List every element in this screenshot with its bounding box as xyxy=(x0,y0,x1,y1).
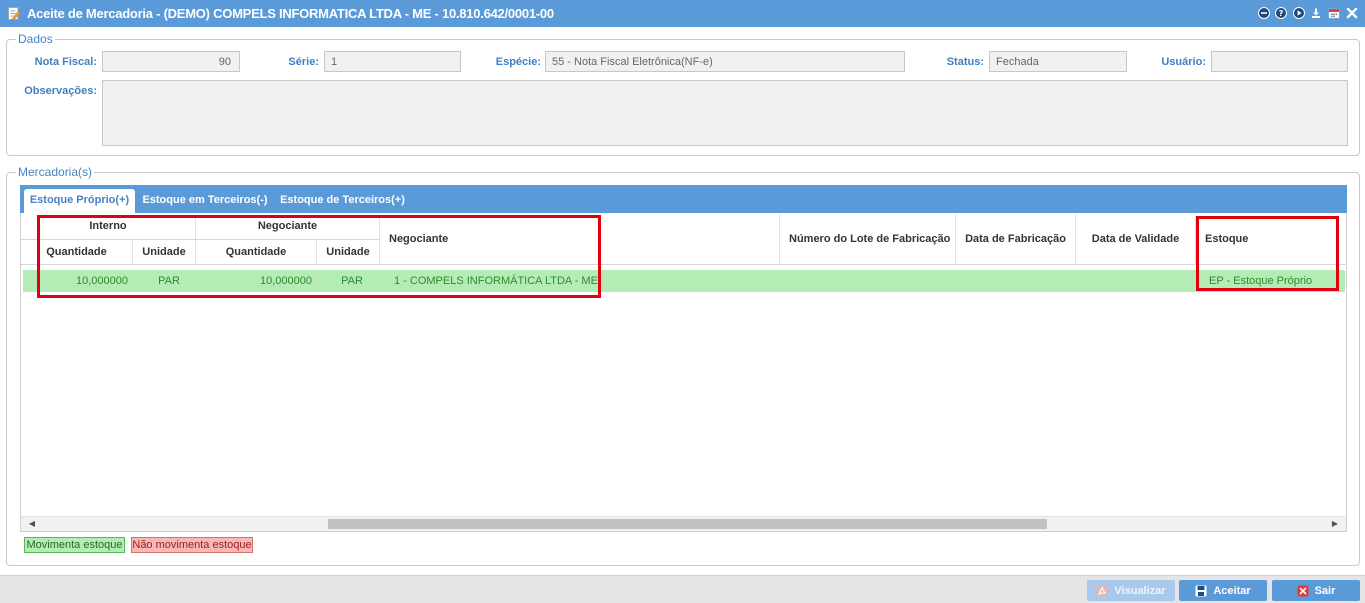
cell-numero-lote xyxy=(788,270,958,292)
header-interno-unidade: Unidade xyxy=(133,240,196,265)
table-row[interactable]: 10,000000 PAR 10,000000 PAR 1 - COMPELS … xyxy=(23,270,1345,292)
header-negociante-unidade: Unidade xyxy=(317,240,380,265)
header-group-interno: Interno xyxy=(21,214,196,240)
tab-estoque-proprio[interactable]: Estoque Próprio(+) xyxy=(24,189,135,213)
cell-interno-quantidade: 10,000000 xyxy=(76,275,128,287)
legend-movimenta-estoque: Movimenta estoque xyxy=(24,537,125,553)
cell-negociante: 1 - COMPELS INFORMÁTICA LTDA - ME xyxy=(394,275,598,287)
visualizar-label: Visualizar xyxy=(1114,584,1166,597)
cell-interno-unidade: PAR xyxy=(158,275,180,287)
exit-icon xyxy=(1297,585,1309,596)
status-field xyxy=(989,51,1127,72)
mercadorias-grid: Interno Negociante Negociante Número do … xyxy=(20,213,1347,532)
cell-data-fabricacao xyxy=(963,270,1078,292)
scrollbar-thumb[interactable] xyxy=(328,519,1047,529)
aceitar-button[interactable]: Aceitar xyxy=(1179,580,1267,601)
header-data-validade: Data de Validade xyxy=(1076,214,1196,265)
nota-fiscal-label: Nota Fiscal: xyxy=(34,56,97,68)
mercadorias-legend: Mercadoria(s) xyxy=(16,165,95,179)
stock-tabs: Estoque Próprio(+) Estoque em Terceiros(… xyxy=(20,185,1347,213)
tab-estoque-de-terceiros[interactable]: Estoque de Terceiros(+) xyxy=(277,189,408,213)
calendar-icon[interactable] xyxy=(1328,7,1340,19)
header-negociante: Negociante xyxy=(380,214,780,265)
horizontal-scrollbar[interactable]: ◀ ▶ xyxy=(21,516,1346,531)
nota-fiscal-field xyxy=(102,51,240,72)
legend-nao-movimenta-estoque: Não movimenta estoque xyxy=(131,537,253,553)
minus-circle-icon[interactable] xyxy=(1258,7,1270,19)
scroll-left-icon[interactable]: ◀ xyxy=(25,517,39,531)
header-estoque: Estoque xyxy=(1196,214,1346,265)
header-interno-quantidade: Quantidade xyxy=(21,240,133,265)
header-negociante-quantidade: Quantidade xyxy=(196,240,317,265)
cell-data-validade xyxy=(1083,270,1198,292)
cell-negociante-quantidade: 10,000000 xyxy=(260,275,312,287)
cell-estoque: EP - Estoque Próprio xyxy=(1209,275,1313,287)
dados-legend: Dados xyxy=(16,32,55,46)
usuario-field xyxy=(1211,51,1348,72)
especie-field xyxy=(545,51,905,72)
usuario-label: Usuário: xyxy=(1161,56,1206,68)
visualizar-button: Visualizar xyxy=(1087,580,1175,601)
sair-button[interactable]: Sair xyxy=(1272,580,1360,601)
header-data-fabricacao: Data de Fabricação xyxy=(956,214,1076,265)
window-title: Aceite de Mercadoria - (DEMO) COMPELS IN… xyxy=(27,6,554,21)
download-icon[interactable] xyxy=(1310,7,1322,19)
observacoes-field xyxy=(102,80,1348,146)
pdf-icon xyxy=(1096,585,1108,596)
especie-label: Espécie: xyxy=(495,56,541,68)
help-icon[interactable]: ? xyxy=(1275,7,1287,19)
svg-text:?: ? xyxy=(1279,9,1284,18)
edit-document-icon xyxy=(8,7,21,20)
save-icon xyxy=(1195,585,1207,596)
observacoes-label: Observações: xyxy=(24,85,97,97)
sair-label: Sair xyxy=(1314,584,1336,597)
header-numero-lote: Número do Lote de Fabricação xyxy=(780,214,956,265)
aceitar-label: Aceitar xyxy=(1213,584,1251,597)
cell-negociante-unidade: PAR xyxy=(341,275,363,287)
play-icon[interactable] xyxy=(1293,7,1305,19)
close-icon[interactable] xyxy=(1346,7,1358,19)
serie-label: Série: xyxy=(288,56,319,68)
serie-field xyxy=(324,51,461,72)
scroll-right-icon[interactable]: ▶ xyxy=(1328,517,1342,531)
tab-estoque-em-terceiros[interactable]: Estoque em Terceiros(-) xyxy=(140,189,270,213)
header-group-negociante: Negociante xyxy=(196,214,380,240)
window-titlebar: Aceite de Mercadoria - (DEMO) COMPELS IN… xyxy=(0,0,1365,27)
status-label: Status: xyxy=(946,56,984,68)
